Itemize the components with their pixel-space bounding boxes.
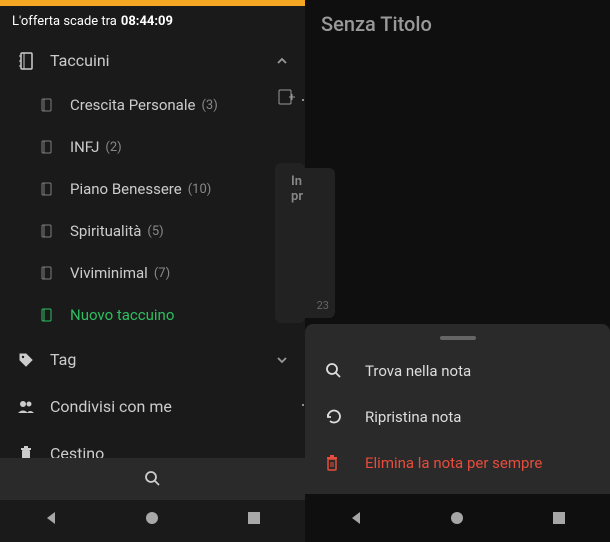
sheet-handle[interactable] bbox=[440, 336, 476, 340]
note-title: Senza Titolo bbox=[305, 0, 610, 48]
notebook-label: INFJ bbox=[70, 138, 99, 156]
android-nav bbox=[0, 494, 305, 542]
notebook-label: Spiritualità bbox=[70, 222, 141, 240]
offer-bar: L'offerta scade tra 08:44:09 bbox=[0, 0, 305, 37]
people-icon bbox=[16, 400, 36, 414]
note-card[interactable]: In pr 23 bbox=[285, 168, 335, 318]
offer-time: 08:44:09 bbox=[121, 14, 173, 29]
delete-forever-button[interactable]: Elimina la nota per sempre bbox=[305, 440, 610, 486]
shared-label: Condivisi con me bbox=[50, 397, 289, 416]
notebook-item[interactable]: Crescita Personale (3) bbox=[20, 84, 305, 126]
notebooks-label: Taccuini bbox=[50, 51, 275, 70]
sidebar-shared[interactable]: Condivisi con me bbox=[0, 383, 305, 430]
nav-back-button[interactable] bbox=[41, 508, 61, 528]
notebook-count: (5) bbox=[147, 224, 163, 239]
notebook-icon bbox=[40, 98, 56, 112]
search-icon bbox=[325, 362, 347, 380]
tags-label: Tag bbox=[50, 350, 275, 369]
restore-label: Ripristina nota bbox=[365, 408, 461, 426]
notebook-icon bbox=[16, 52, 36, 70]
tag-icon bbox=[16, 352, 36, 368]
nav-home-button[interactable] bbox=[142, 508, 162, 528]
search-bar[interactable] bbox=[0, 458, 305, 500]
notebook-label: Viviminimal bbox=[70, 264, 148, 282]
nav-back-button[interactable] bbox=[346, 508, 366, 528]
nav-recent-button[interactable] bbox=[549, 508, 569, 528]
notebook-add-icon bbox=[40, 308, 56, 322]
new-notebook-button[interactable]: Nuovo taccuino bbox=[20, 294, 305, 336]
left-screen: L'offerta scade tra 08:44:09 Taccuini Cr… bbox=[0, 0, 305, 542]
chevron-up-icon bbox=[275, 54, 289, 68]
notebook-label: Crescita Personale bbox=[70, 96, 195, 114]
bottom-sheet: Trova nella nota Ripristina nota Elimina… bbox=[305, 324, 610, 494]
chevron-down-icon bbox=[275, 353, 289, 367]
notebook-item[interactable]: INFJ (2) bbox=[20, 126, 305, 168]
new-notebook-label: Nuovo taccuino bbox=[70, 306, 174, 324]
notebook-count: (7) bbox=[154, 266, 170, 281]
note-add-icon[interactable] bbox=[277, 88, 295, 106]
right-screen: Senza Titolo In pr 23 Trova nella nota R… bbox=[305, 0, 610, 542]
restore-note-button[interactable]: Ripristina nota bbox=[305, 394, 610, 440]
notebook-count: (3) bbox=[201, 98, 217, 113]
find-label: Trova nella nota bbox=[365, 362, 471, 380]
restore-icon bbox=[325, 408, 347, 426]
nav-home-button[interactable] bbox=[447, 508, 467, 528]
notebook-count: (2) bbox=[105, 140, 121, 155]
android-nav bbox=[305, 494, 610, 542]
nav-recent-button[interactable] bbox=[244, 508, 264, 528]
offer-text: L'offerta scade tra bbox=[12, 14, 117, 29]
notebook-item[interactable]: Viviminimal (7) bbox=[20, 252, 305, 294]
notebook-icon bbox=[40, 182, 56, 196]
notebook-icon bbox=[40, 140, 56, 154]
notebook-item[interactable]: Piano Benessere (10) bbox=[20, 168, 305, 210]
find-in-note-button[interactable]: Trova nella nota bbox=[305, 348, 610, 394]
notebook-count: (10) bbox=[188, 182, 212, 197]
sidebar-notebooks-header[interactable]: Taccuini bbox=[0, 37, 305, 84]
sidebar-tags[interactable]: Tag bbox=[0, 336, 305, 383]
notebook-item[interactable]: Spiritualità (5) bbox=[20, 210, 305, 252]
trash-icon bbox=[325, 455, 347, 471]
notebook-list: Crescita Personale (3) INFJ (2) Piano Be… bbox=[0, 84, 305, 336]
notebook-icon bbox=[40, 224, 56, 238]
delete-label: Elimina la nota per sempre bbox=[365, 454, 542, 472]
notebook-label: Piano Benessere bbox=[70, 180, 182, 198]
notebook-icon bbox=[40, 266, 56, 280]
search-icon bbox=[144, 470, 162, 488]
